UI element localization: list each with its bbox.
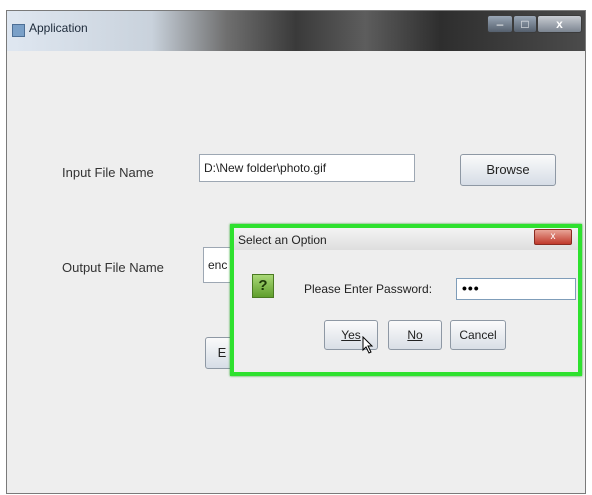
mouse-pointer-icon <box>362 336 374 354</box>
browse-button[interactable]: Browse <box>460 154 556 186</box>
password-dialog: Select an Option x ? Please Enter Passwo… <box>230 224 582 376</box>
maximize-button[interactable]: □ <box>513 15 537 33</box>
cancel-button[interactable]: Cancel <box>450 320 506 350</box>
minimize-button[interactable]: – <box>487 15 513 33</box>
close-button[interactable]: x <box>537 15 582 33</box>
dialog-title: Select an Option <box>238 233 327 247</box>
dialog-close-button[interactable]: x <box>534 229 572 245</box>
password-field[interactable]: ••• <box>456 278 576 300</box>
no-button[interactable]: No <box>388 320 442 350</box>
java-app-icon <box>12 24 25 37</box>
input-file-field[interactable]: D:\New folder\photo.gif <box>199 154 415 182</box>
yes-button-label: Yes <box>341 328 361 342</box>
input-file-label: Input File Name <box>62 165 154 180</box>
title-bar[interactable]: Application – □ x <box>7 11 585 51</box>
question-icon: ? <box>252 274 274 298</box>
password-prompt: Please Enter Password: <box>304 282 433 296</box>
output-file-label: Output File Name <box>62 260 164 275</box>
window-title: Application <box>29 21 88 35</box>
dialog-title-bar[interactable]: Select an Option x <box>234 228 578 250</box>
no-button-label: No <box>407 328 423 342</box>
